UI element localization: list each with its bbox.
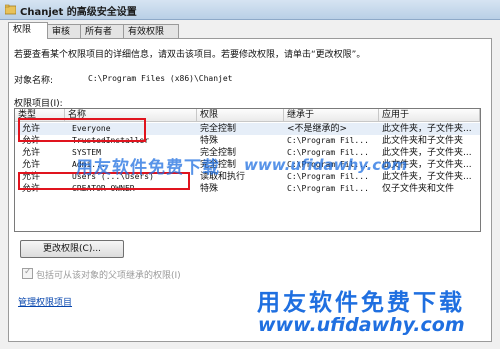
cell-permission: 完全控制 [200,124,237,134]
watermark-url: www.ufidawhy.com [244,156,408,174]
inherit-permissions-label: 包括可从该对象的父项继承的权限(I) [36,271,181,281]
watermark-text: 用友软件免费下载 [76,158,220,178]
object-name-label: 对象名称: [14,76,54,86]
tab-effective-permissions[interactable]: 有效权限 [123,24,179,39]
instructions-text: 若要查看某个权限项目的详细信息，请双击该项目。若要修改权限，请单击“更改权限”。 [14,50,366,60]
title-bar: Chanjet 的高级安全设置 [0,0,500,20]
column-header-applies-to[interactable]: 应用于 [379,109,480,122]
column-header-inherited-from[interactable]: 继承于 [284,109,379,122]
cell-applies-to: 此文件夹和子文件夹 [382,136,464,146]
cell-applies-to: 仅子文件夹和文件 [382,184,455,194]
cell-permission: 特殊 [200,184,219,194]
window-title: Chanjet 的高级安全设置 [20,7,137,18]
cell-inherited-from: C:\Program Fil... [287,136,369,145]
folder-icon [5,4,16,15]
cell-type: 允许 [22,160,41,170]
highlight-box-everyone [18,118,146,142]
tab-auditing[interactable]: 审核 [47,24,81,39]
manage-permission-entries-link[interactable]: 管理权限项目 [18,295,72,308]
tab-permissions[interactable]: 权限 [8,22,48,39]
cell-inherited-from: <不是继承的> [287,124,348,134]
change-permissions-button[interactable]: 更改权限(C)... [20,240,124,258]
cell-type: 允许 [22,148,41,158]
check-mark-icon: ✓ [24,267,32,277]
inherit-permissions-checkbox[interactable]: ✓ [22,267,33,279]
object-name-value: C:\Program Files (x86)\Chanjet [88,74,233,83]
tab-owner[interactable]: 所有者 [80,24,124,39]
cell-applies-to: 此文件夹，子文件夹... [382,124,472,134]
watermark-url-large: www.ufidawhy.com [258,314,465,336]
cell-permission: 特殊 [200,136,219,146]
cell-inherited-from: C:\Program Fil... [287,184,369,193]
column-header-permission[interactable]: 权限 [197,109,284,122]
watermark-text-large: 用友软件免费下载 [257,290,465,316]
